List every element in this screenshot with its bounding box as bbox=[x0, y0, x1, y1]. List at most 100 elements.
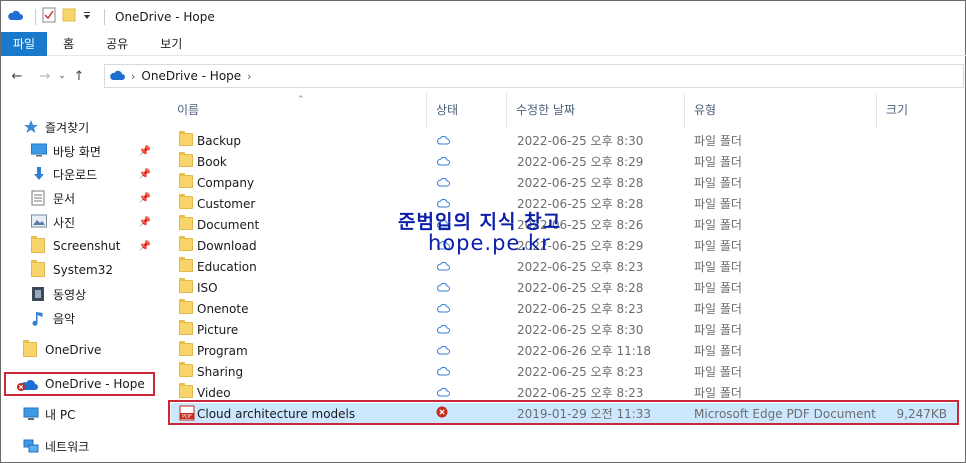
tab-share[interactable]: 공유 bbox=[90, 32, 144, 56]
column-divider[interactable] bbox=[506, 93, 507, 127]
column-header-type[interactable]: 유형 bbox=[694, 93, 716, 127]
nav-item-videos[interactable]: 동영상 bbox=[31, 283, 159, 305]
nav-onedrive-hope[interactable]: OneDrive - Hope bbox=[15, 373, 153, 395]
folder-icon bbox=[23, 340, 39, 358]
breadcrumb-chevron-icon[interactable]: › bbox=[247, 70, 251, 83]
folder-row[interactable]: Customer 2022-06-25 오후 8:28 파일 폴더 bbox=[171, 193, 957, 214]
nav-item-documents[interactable]: 문서 📌 bbox=[31, 187, 159, 209]
nav-item-pictures[interactable]: 사진 📌 bbox=[31, 211, 159, 233]
cloud-only-status-icon bbox=[436, 260, 450, 274]
onedrive-cloud-icon bbox=[109, 69, 125, 84]
nav-item-downloads[interactable]: 다운로드 📌 bbox=[31, 163, 159, 185]
column-header-size[interactable]: 크기 bbox=[886, 93, 908, 127]
folder-icon bbox=[31, 236, 47, 254]
address-bar[interactable]: › OneDrive - Hope › bbox=[104, 64, 964, 88]
file-type: 파일 폴더 bbox=[694, 197, 742, 211]
column-divider[interactable] bbox=[684, 93, 685, 127]
pin-icon[interactable]: 📌 bbox=[139, 217, 151, 228]
star-icon bbox=[23, 119, 39, 135]
back-arrow-icon[interactable]: ← bbox=[7, 69, 27, 84]
column-divider[interactable] bbox=[426, 93, 427, 127]
nav-onedrive-hope-label: OneDrive - Hope bbox=[45, 377, 145, 391]
network-icon bbox=[23, 438, 39, 454]
nav-onedrive[interactable]: OneDrive bbox=[23, 339, 181, 361]
pin-icon[interactable]: 📌 bbox=[139, 193, 151, 204]
sort-ascending-icon: ⌃ bbox=[297, 95, 305, 105]
tab-file[interactable]: 파일 bbox=[1, 32, 48, 56]
file-name: Education bbox=[197, 259, 257, 274]
file-type: 파일 폴더 bbox=[694, 323, 742, 337]
customize-toolbar-chevron-icon[interactable] bbox=[82, 10, 92, 24]
onedrive-cloud-icon bbox=[7, 9, 23, 24]
cloud-only-status-icon bbox=[436, 323, 450, 337]
file-list: ⌃ 이름 상태 수정한 날짜 유형 크기 Backup 2022-06-25 오후… bbox=[161, 93, 966, 463]
column-header-status[interactable]: 상태 bbox=[436, 93, 458, 127]
properties-icon[interactable] bbox=[42, 7, 56, 26]
column-header-modified[interactable]: 수정한 날짜 bbox=[516, 93, 575, 127]
navigation-row: ← → ⌄ ↑ › OneDrive - Hope › bbox=[1, 59, 966, 93]
document-icon bbox=[31, 190, 47, 206]
separator bbox=[104, 8, 105, 25]
nav-this-pc[interactable]: 내 PC bbox=[23, 403, 181, 425]
file-modified-date: 2022-06-25 오후 8:23 bbox=[517, 260, 644, 274]
file-modified-date: 2022-06-25 오후 8:28 bbox=[517, 281, 644, 295]
folder-row[interactable]: Picture 2022-06-25 오후 8:30 파일 폴더 bbox=[171, 319, 957, 340]
folder-row[interactable]: Document 2022-06-25 오후 8:26 파일 폴더 bbox=[171, 214, 957, 235]
file-modified-date: 2022-06-25 오후 8:23 bbox=[517, 365, 644, 379]
tab-home[interactable]: 홈 bbox=[47, 32, 90, 56]
column-header-name[interactable]: 이름 bbox=[177, 93, 199, 127]
folder-row[interactable]: Company 2022-06-25 오후 8:28 파일 폴더 bbox=[171, 172, 957, 193]
file-name: Video bbox=[197, 385, 231, 400]
nav-quick-access[interactable]: 즐겨찾기 bbox=[23, 116, 181, 138]
recent-locations-chevron-icon[interactable]: ⌄ bbox=[55, 71, 69, 81]
forward-arrow-icon[interactable]: → bbox=[35, 69, 55, 84]
nav-onedrive-label: OneDrive bbox=[45, 343, 102, 357]
breadcrumb-chevron-icon[interactable]: › bbox=[131, 70, 135, 83]
new-folder-icon[interactable] bbox=[62, 8, 76, 25]
nav-network[interactable]: 네트워크 bbox=[23, 435, 181, 457]
cloud-only-status-icon bbox=[436, 134, 450, 148]
pin-icon[interactable]: 📌 bbox=[139, 169, 151, 180]
folder-icon bbox=[179, 194, 193, 209]
folder-row[interactable]: Book 2022-06-25 오후 8:29 파일 폴더 bbox=[171, 151, 957, 172]
navigation-pane: 즐겨찾기 바탕 화면 📌 다운로드 📌 문서 📌 사진 📌 Screenshut… bbox=[1, 111, 161, 463]
nav-item-label: 동영상 bbox=[53, 287, 87, 302]
nav-item-label: System32 bbox=[53, 263, 114, 277]
nav-item-desktop[interactable]: 바탕 화면 📌 bbox=[31, 140, 159, 162]
folder-row[interactable]: Download 2022-06-25 오후 8:29 파일 폴더 bbox=[171, 235, 957, 256]
cloud-only-status-icon bbox=[436, 344, 450, 358]
nav-item-label: 사진 bbox=[53, 215, 76, 230]
tab-view[interactable]: 보기 bbox=[144, 32, 198, 56]
folder-row[interactable]: Program 2022-06-26 오후 11:18 파일 폴더 bbox=[171, 340, 957, 361]
folder-row[interactable]: Backup 2022-06-25 오후 8:30 파일 폴더 bbox=[171, 130, 957, 151]
folder-icon bbox=[179, 278, 193, 293]
folder-icon bbox=[179, 299, 193, 314]
folder-icon bbox=[179, 257, 193, 272]
pin-icon[interactable]: 📌 bbox=[139, 241, 151, 252]
nav-item-screenshut[interactable]: Screenshut 📌 bbox=[31, 235, 159, 257]
nav-item-music[interactable]: 음악 bbox=[31, 307, 159, 329]
breadcrumb-onedrive-hope[interactable]: OneDrive - Hope bbox=[141, 69, 241, 83]
cloud-only-status-icon bbox=[436, 302, 450, 316]
folder-row[interactable]: Onenote 2022-06-25 오후 8:23 파일 폴더 bbox=[171, 298, 957, 319]
nav-quick-access-label: 즐겨찾기 bbox=[45, 120, 90, 135]
folder-row[interactable]: Sharing 2022-06-25 오후 8:23 파일 폴더 bbox=[171, 361, 957, 382]
up-arrow-icon[interactable]: ↑ bbox=[69, 69, 89, 84]
file-modified-date: 2022-06-26 오후 11:18 bbox=[517, 344, 652, 358]
pin-icon[interactable]: 📌 bbox=[139, 146, 151, 157]
file-name: Program bbox=[197, 343, 248, 358]
column-divider[interactable] bbox=[876, 93, 877, 127]
folder-row[interactable]: ISO 2022-06-25 오후 8:28 파일 폴더 bbox=[171, 277, 957, 298]
file-name: Company bbox=[197, 175, 255, 190]
file-name: Book bbox=[197, 154, 227, 169]
cloud-only-status-icon bbox=[436, 281, 450, 295]
cloud-only-status-icon bbox=[436, 386, 450, 400]
window-title: OneDrive - Hope bbox=[115, 9, 215, 24]
file-type: 파일 폴더 bbox=[694, 155, 742, 169]
file-type: 파일 폴더 bbox=[694, 260, 742, 274]
nav-item-system32[interactable]: System32 bbox=[31, 259, 159, 281]
folder-icon bbox=[179, 236, 193, 251]
download-arrow-icon bbox=[31, 166, 47, 182]
desktop-icon bbox=[31, 143, 47, 159]
folder-row[interactable]: Education 2022-06-25 오후 8:23 파일 폴더 bbox=[171, 256, 957, 277]
